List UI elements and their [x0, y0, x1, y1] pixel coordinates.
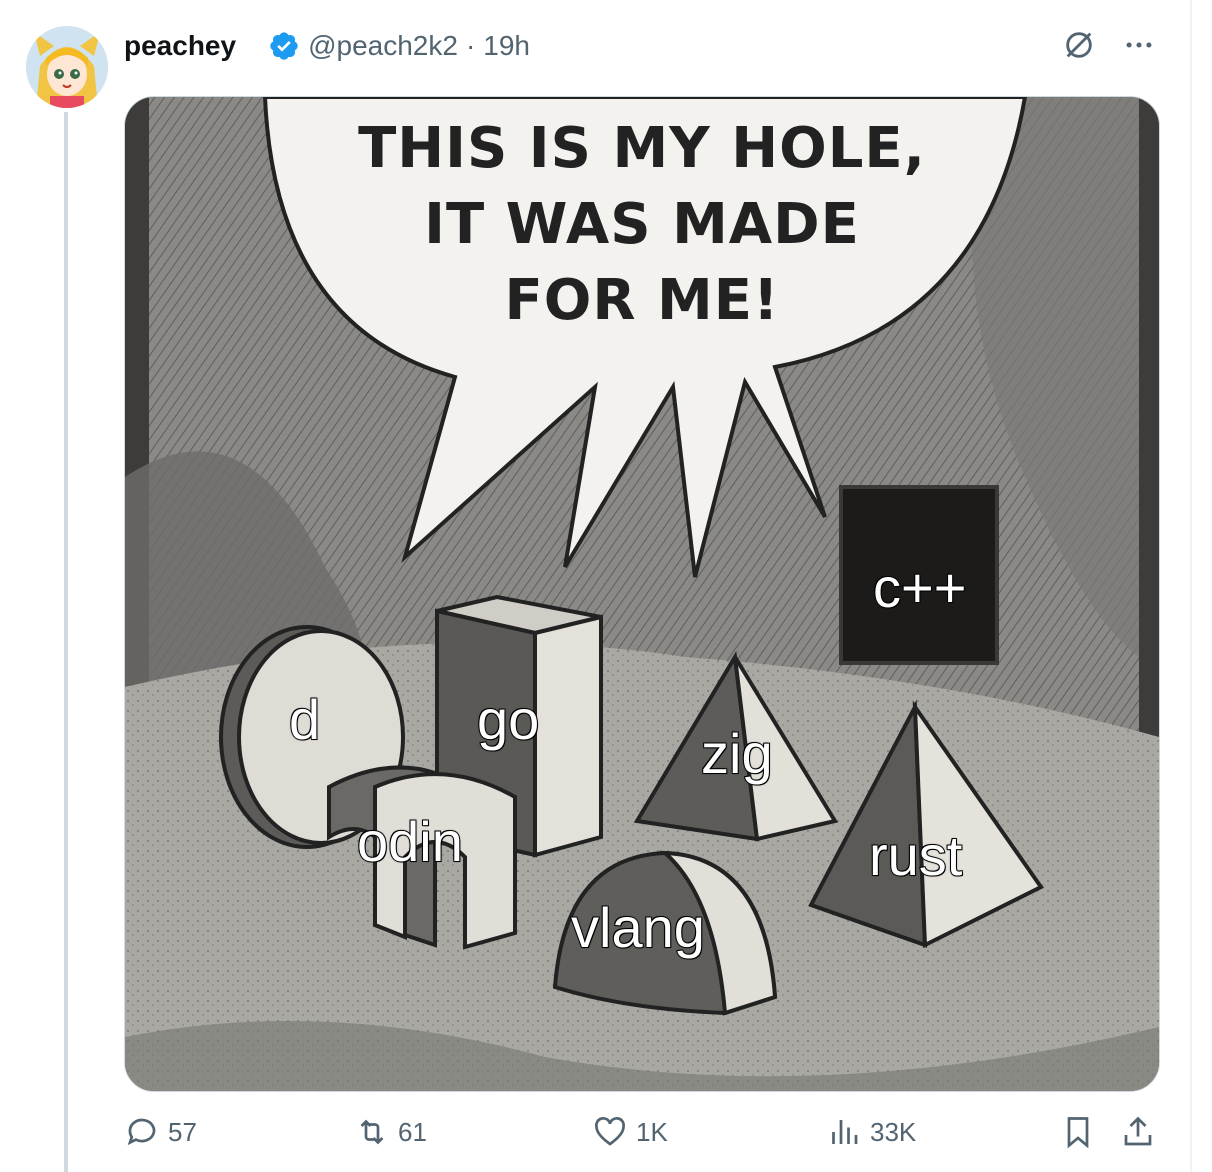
timeline-border — [1190, 0, 1192, 1172]
reply-icon — [127, 1118, 156, 1146]
like-button[interactable]: 1K — [592, 1114, 668, 1150]
post-image[interactable]: THIS IS MY HOLE, IT WAS MADE FOR ME! d g… — [124, 96, 1160, 1092]
speech-bubble-line-3: FOR ME! — [504, 268, 780, 333]
thread-line — [64, 112, 68, 1172]
bookmark-icon — [1067, 1117, 1089, 1149]
separator-dot: · — [465, 30, 476, 61]
share-icon — [1124, 1116, 1152, 1146]
reply-count: 57 — [168, 1116, 197, 1147]
shape-label-odin: odin — [356, 809, 464, 874]
verified-badge-icon — [270, 32, 298, 60]
views-icon — [832, 1120, 858, 1144]
views-button[interactable]: 33K — [826, 1114, 916, 1150]
post-actions: 57 61 1K 33K — [124, 1114, 1164, 1158]
bookmark-button[interactable] — [1060, 1114, 1096, 1150]
shape-label-zig: zig — [700, 721, 774, 786]
post-header: peachey @peach2k2 · 19h — [124, 26, 530, 66]
shape-label-vlang: vlang — [570, 895, 706, 960]
user-handle[interactable]: @peach2k2 — [308, 30, 458, 62]
grok-icon[interactable] — [1062, 28, 1096, 62]
repost-button[interactable]: 61 — [354, 1114, 427, 1150]
reply-button[interactable]: 57 — [124, 1114, 197, 1150]
shape-label-rust: rust — [868, 823, 963, 888]
post-time[interactable]: 19h — [483, 30, 530, 62]
like-count: 1K — [636, 1116, 668, 1147]
shape-label-d: d — [288, 687, 321, 752]
shape-label-go: go — [476, 687, 540, 752]
repost-icon — [360, 1119, 384, 1145]
display-name[interactable]: peachey — [124, 30, 236, 62]
views-count: 33K — [870, 1116, 917, 1147]
speech-bubble-line-2: IT WAS MADE — [424, 192, 860, 257]
heart-icon — [595, 1117, 625, 1146]
repost-count: 61 — [398, 1116, 427, 1147]
share-button[interactable] — [1120, 1114, 1156, 1150]
avatar[interactable] — [26, 26, 108, 108]
header-actions — [1062, 28, 1156, 62]
speech-bubble-line-1: THIS IS MY HOLE, — [358, 116, 926, 181]
shape-label-cpp: c++ — [872, 555, 967, 620]
more-icon[interactable] — [1122, 28, 1156, 62]
